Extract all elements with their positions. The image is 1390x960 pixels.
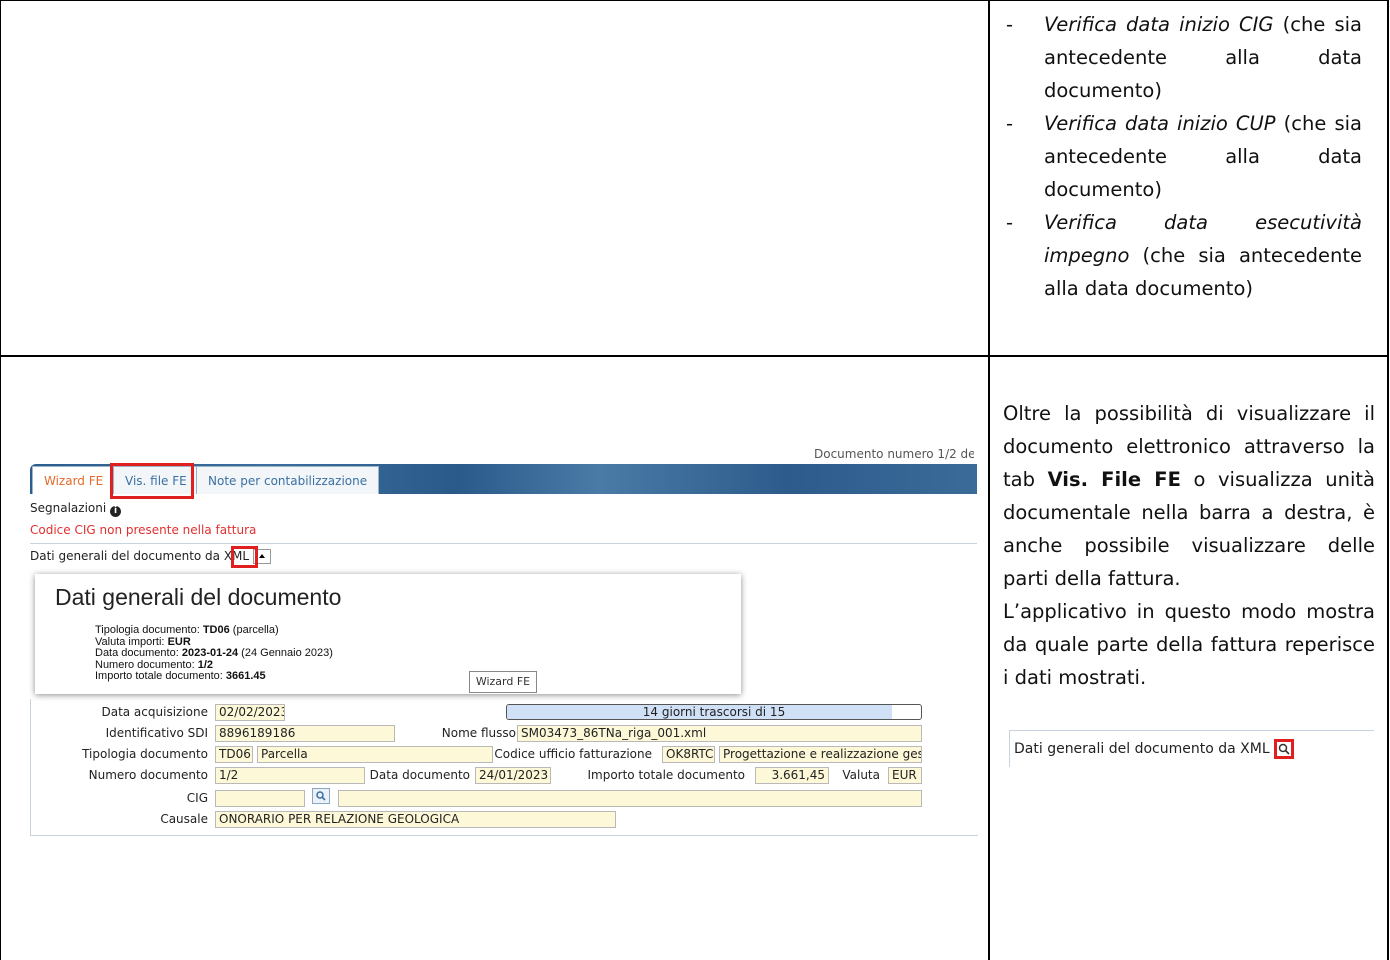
highlight-box — [231, 546, 258, 568]
document-number: Documento numero 1/2 del 2 — [814, 447, 974, 461]
importo-field[interactable]: 3.661,45 — [755, 767, 829, 784]
bottom-right-text: Oltre la possibilità di visualizzare il … — [1003, 397, 1375, 694]
label-valuta: Valuta — [842, 768, 880, 782]
bullet-item: - Verifica data inizio CUP (che sia ante… — [1006, 112, 1363, 201]
tooltip: Wizard FE — [469, 671, 537, 693]
mini-section-label: Dati generali del documento da XML — [1014, 739, 1295, 759]
progress-bar: 14 giorni trascorsi di 15 — [506, 704, 922, 720]
search-icon — [1278, 743, 1290, 755]
mini-section-header: Dati generali del documento da XML — [1009, 730, 1374, 767]
label-identificativo-sdi: Identificativo SDI — [105, 726, 208, 740]
divider — [30, 543, 977, 544]
segnalazioni-label: Segnalazioni i — [30, 501, 122, 517]
label-codice-ufficio: Codice ufficio fatturazione — [494, 747, 652, 761]
label-data-documento: Data documento — [369, 768, 470, 782]
label-data-acquisizione: Data acquisizione — [101, 705, 208, 719]
label-cig: CIG — [186, 791, 208, 805]
top-right-bullets: - Verifica data inizio CIG (che sia ante… — [996, 8, 1362, 305]
popup-details: Tipologia documento: TD06 (parcella) Val… — [95, 624, 333, 682]
search-icon — [316, 791, 326, 801]
data-documento-field[interactable]: 24/01/2023 — [475, 767, 551, 784]
popup-title: Dati generali del documento — [55, 584, 342, 610]
wizard-fe-screenshot: Documento numero 1/2 del 2 Wizard FE Vis… — [28, 437, 978, 837]
causale-field[interactable]: ONORARIO PER RELAZIONE GEOLOGICA — [215, 811, 616, 828]
progress-text: 14 giorni trascorsi di 15 — [642, 705, 786, 719]
label-tipologia-documento: Tipologia documento — [82, 747, 208, 761]
label-importo-totale: Importo totale documento — [587, 768, 745, 782]
data-acquisizione-field[interactable]: 02/02/2023 — [215, 704, 285, 721]
paragraph-1: Oltre la possibilità di visualizzare il … — [1003, 402, 1375, 590]
magnifier-button[interactable] — [1274, 739, 1295, 759]
table-row-divider — [0, 355, 1389, 357]
bullet-item: - Verifica data esecutività impegno (che… — [1006, 211, 1362, 300]
label-nome-flusso: Nome flusso — [441, 726, 516, 740]
label-numero-documento: Numero documento — [88, 768, 208, 782]
table-border-top — [0, 0, 1389, 1]
paragraph-2: L’applicativo in questo modo mostra da q… — [1003, 600, 1375, 689]
label-causale: Causale — [160, 812, 208, 826]
warning-message: Codice CIG non presente nella fattura — [30, 523, 257, 537]
cig-search-button[interactable] — [312, 788, 330, 804]
tab-wizard-fe[interactable]: Wizard FE — [32, 466, 116, 494]
identificativo-sdi-field[interactable]: 8896189186 — [215, 725, 395, 742]
codice-ufficio-desc-field[interactable]: Progettazione e realizzazione gestio — [719, 746, 922, 763]
info-icon[interactable]: i — [110, 506, 122, 517]
table-border-right — [1387, 0, 1389, 960]
codice-ufficio-field[interactable]: OK8RTC — [662, 746, 715, 763]
tab-note-contabilizzazione[interactable]: Note per contabilizzazione — [196, 466, 380, 494]
bullet-item: - Verifica data inizio CIG (che sia ante… — [1006, 13, 1363, 102]
tipologia-code-field[interactable]: TD06 — [215, 746, 253, 763]
highlight-box — [110, 463, 194, 499]
valuta-field[interactable]: EUR — [888, 767, 922, 784]
tipologia-desc-field[interactable]: Parcella — [257, 746, 493, 763]
table-column-divider — [988, 0, 990, 960]
table-border-left — [0, 0, 1, 960]
cig-field[interactable] — [215, 790, 305, 807]
cig-description-field[interactable] — [338, 790, 922, 807]
nome-flusso-field[interactable]: SM03473_86TNa_riga_001.xml — [517, 725, 922, 742]
numero-documento-field[interactable]: 1/2 — [215, 767, 365, 784]
data-popup: Dati generali del documento Tipologia do… — [35, 574, 741, 694]
